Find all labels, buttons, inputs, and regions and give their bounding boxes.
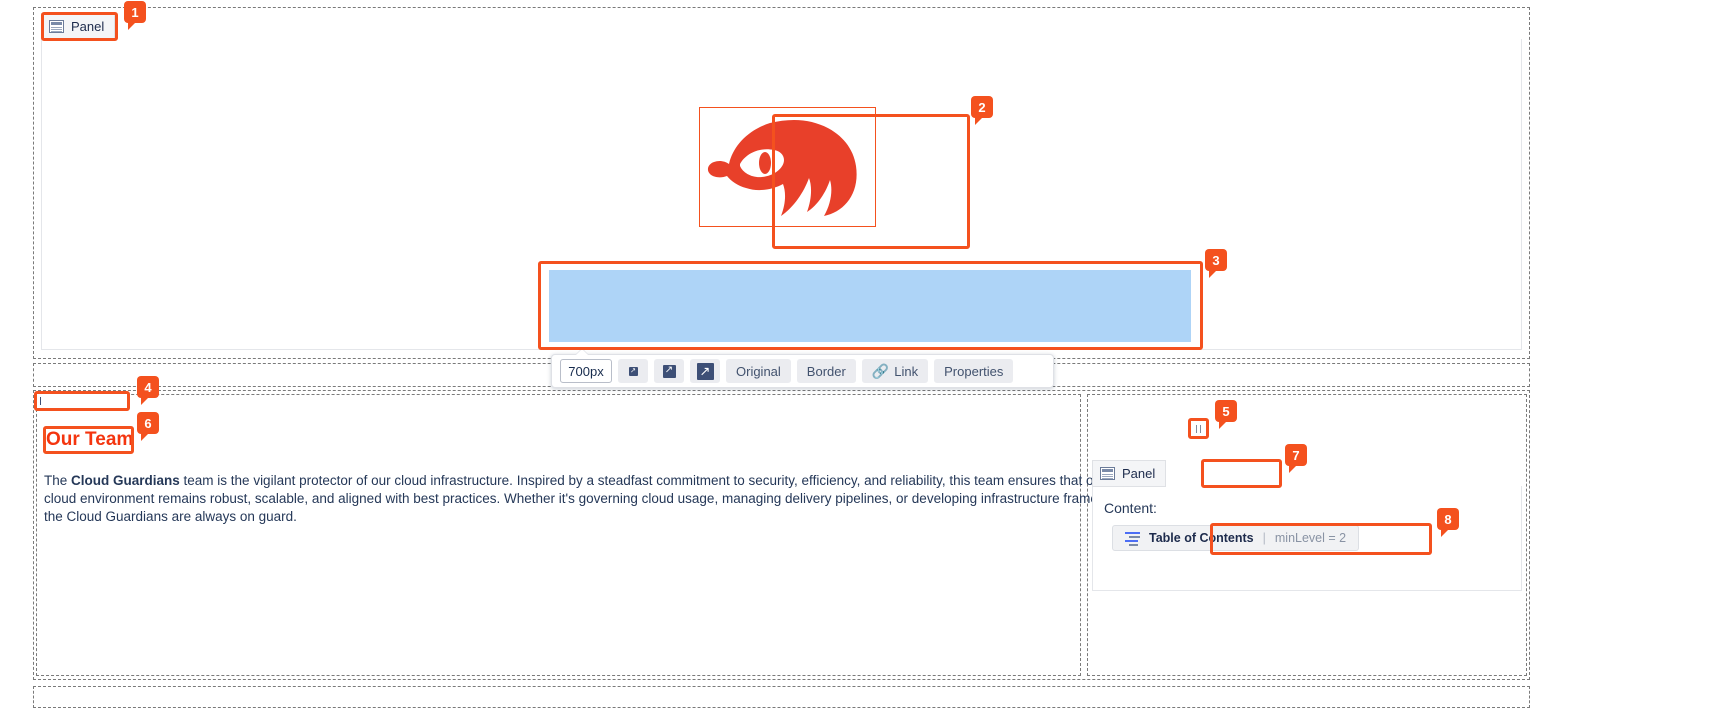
badge-8: 8: [1437, 508, 1459, 530]
logo-image[interactable]: [699, 107, 876, 227]
original-size-button[interactable]: Original: [726, 359, 791, 383]
bottom-section-guide: [33, 686, 1530, 708]
panel-icon: [1100, 467, 1115, 480]
size-large-button[interactable]: ↗: [690, 359, 720, 383]
column-resizer-handle[interactable]: [1190, 420, 1207, 437]
team-paragraph[interactable]: The Cloud Guardians team is the vigilant…: [44, 472, 1139, 526]
size-medium-button[interactable]: ↗: [654, 359, 684, 383]
right-panel-macro-label: Panel: [1122, 466, 1155, 481]
badge-3: 3: [1205, 249, 1227, 271]
left-column-guide: [36, 394, 1081, 676]
right-panel-macro-header[interactable]: Panel: [1092, 460, 1166, 487]
toc-macro-name: Table of Contents: [1149, 531, 1254, 545]
badge-6: 6: [137, 412, 159, 434]
resize-medium-icon: ↗: [663, 365, 676, 378]
paragraph-rest: team is the vigilant protector of our cl…: [44, 473, 1137, 524]
empty-paragraph-line[interactable]: [36, 393, 128, 409]
link-icon: 🔗: [872, 363, 889, 380]
size-small-button[interactable]: ↗: [618, 359, 648, 383]
image-width-input[interactable]: [560, 359, 612, 383]
properties-button[interactable]: Properties: [934, 359, 1013, 383]
toc-macro-separator: |: [1263, 531, 1266, 545]
top-panel-macro-header[interactable]: Panel: [41, 13, 115, 40]
link-button-label: Link: [894, 364, 918, 379]
badge-1: 1: [124, 1, 146, 23]
border-button[interactable]: Border: [797, 359, 856, 383]
badge-4: 4: [137, 376, 159, 398]
editor-canvas: Panel ↗ ↗ ↗ Original Bo: [0, 0, 1719, 714]
resize-small-icon: ↗: [629, 367, 638, 376]
our-team-heading[interactable]: Our Team: [46, 429, 133, 451]
badge-2: 2: [971, 96, 993, 118]
logo-graphic: [700, 108, 875, 226]
image-toolbar[interactable]: ↗ ↗ ↗ Original Border 🔗 Link Properties: [551, 354, 1054, 388]
link-button[interactable]: 🔗 Link: [862, 359, 928, 383]
badge-7: 7: [1285, 444, 1307, 466]
panel-icon: [49, 20, 64, 33]
table-of-contents-macro[interactable]: Table of Contents | minLevel = 2: [1112, 525, 1359, 551]
paragraph-prefix: The: [44, 473, 71, 488]
table-of-contents-icon: [1125, 532, 1140, 545]
toc-macro-param: minLevel = 2: [1275, 531, 1346, 545]
paragraph-bold-term: Cloud Guardians: [71, 473, 180, 488]
selected-text-region[interactable]: [549, 270, 1191, 342]
content-label: Content:: [1104, 500, 1157, 516]
badge-5: 5: [1215, 400, 1237, 422]
resize-large-icon: ↗: [697, 363, 714, 380]
top-panel-macro-label: Panel: [71, 19, 104, 34]
